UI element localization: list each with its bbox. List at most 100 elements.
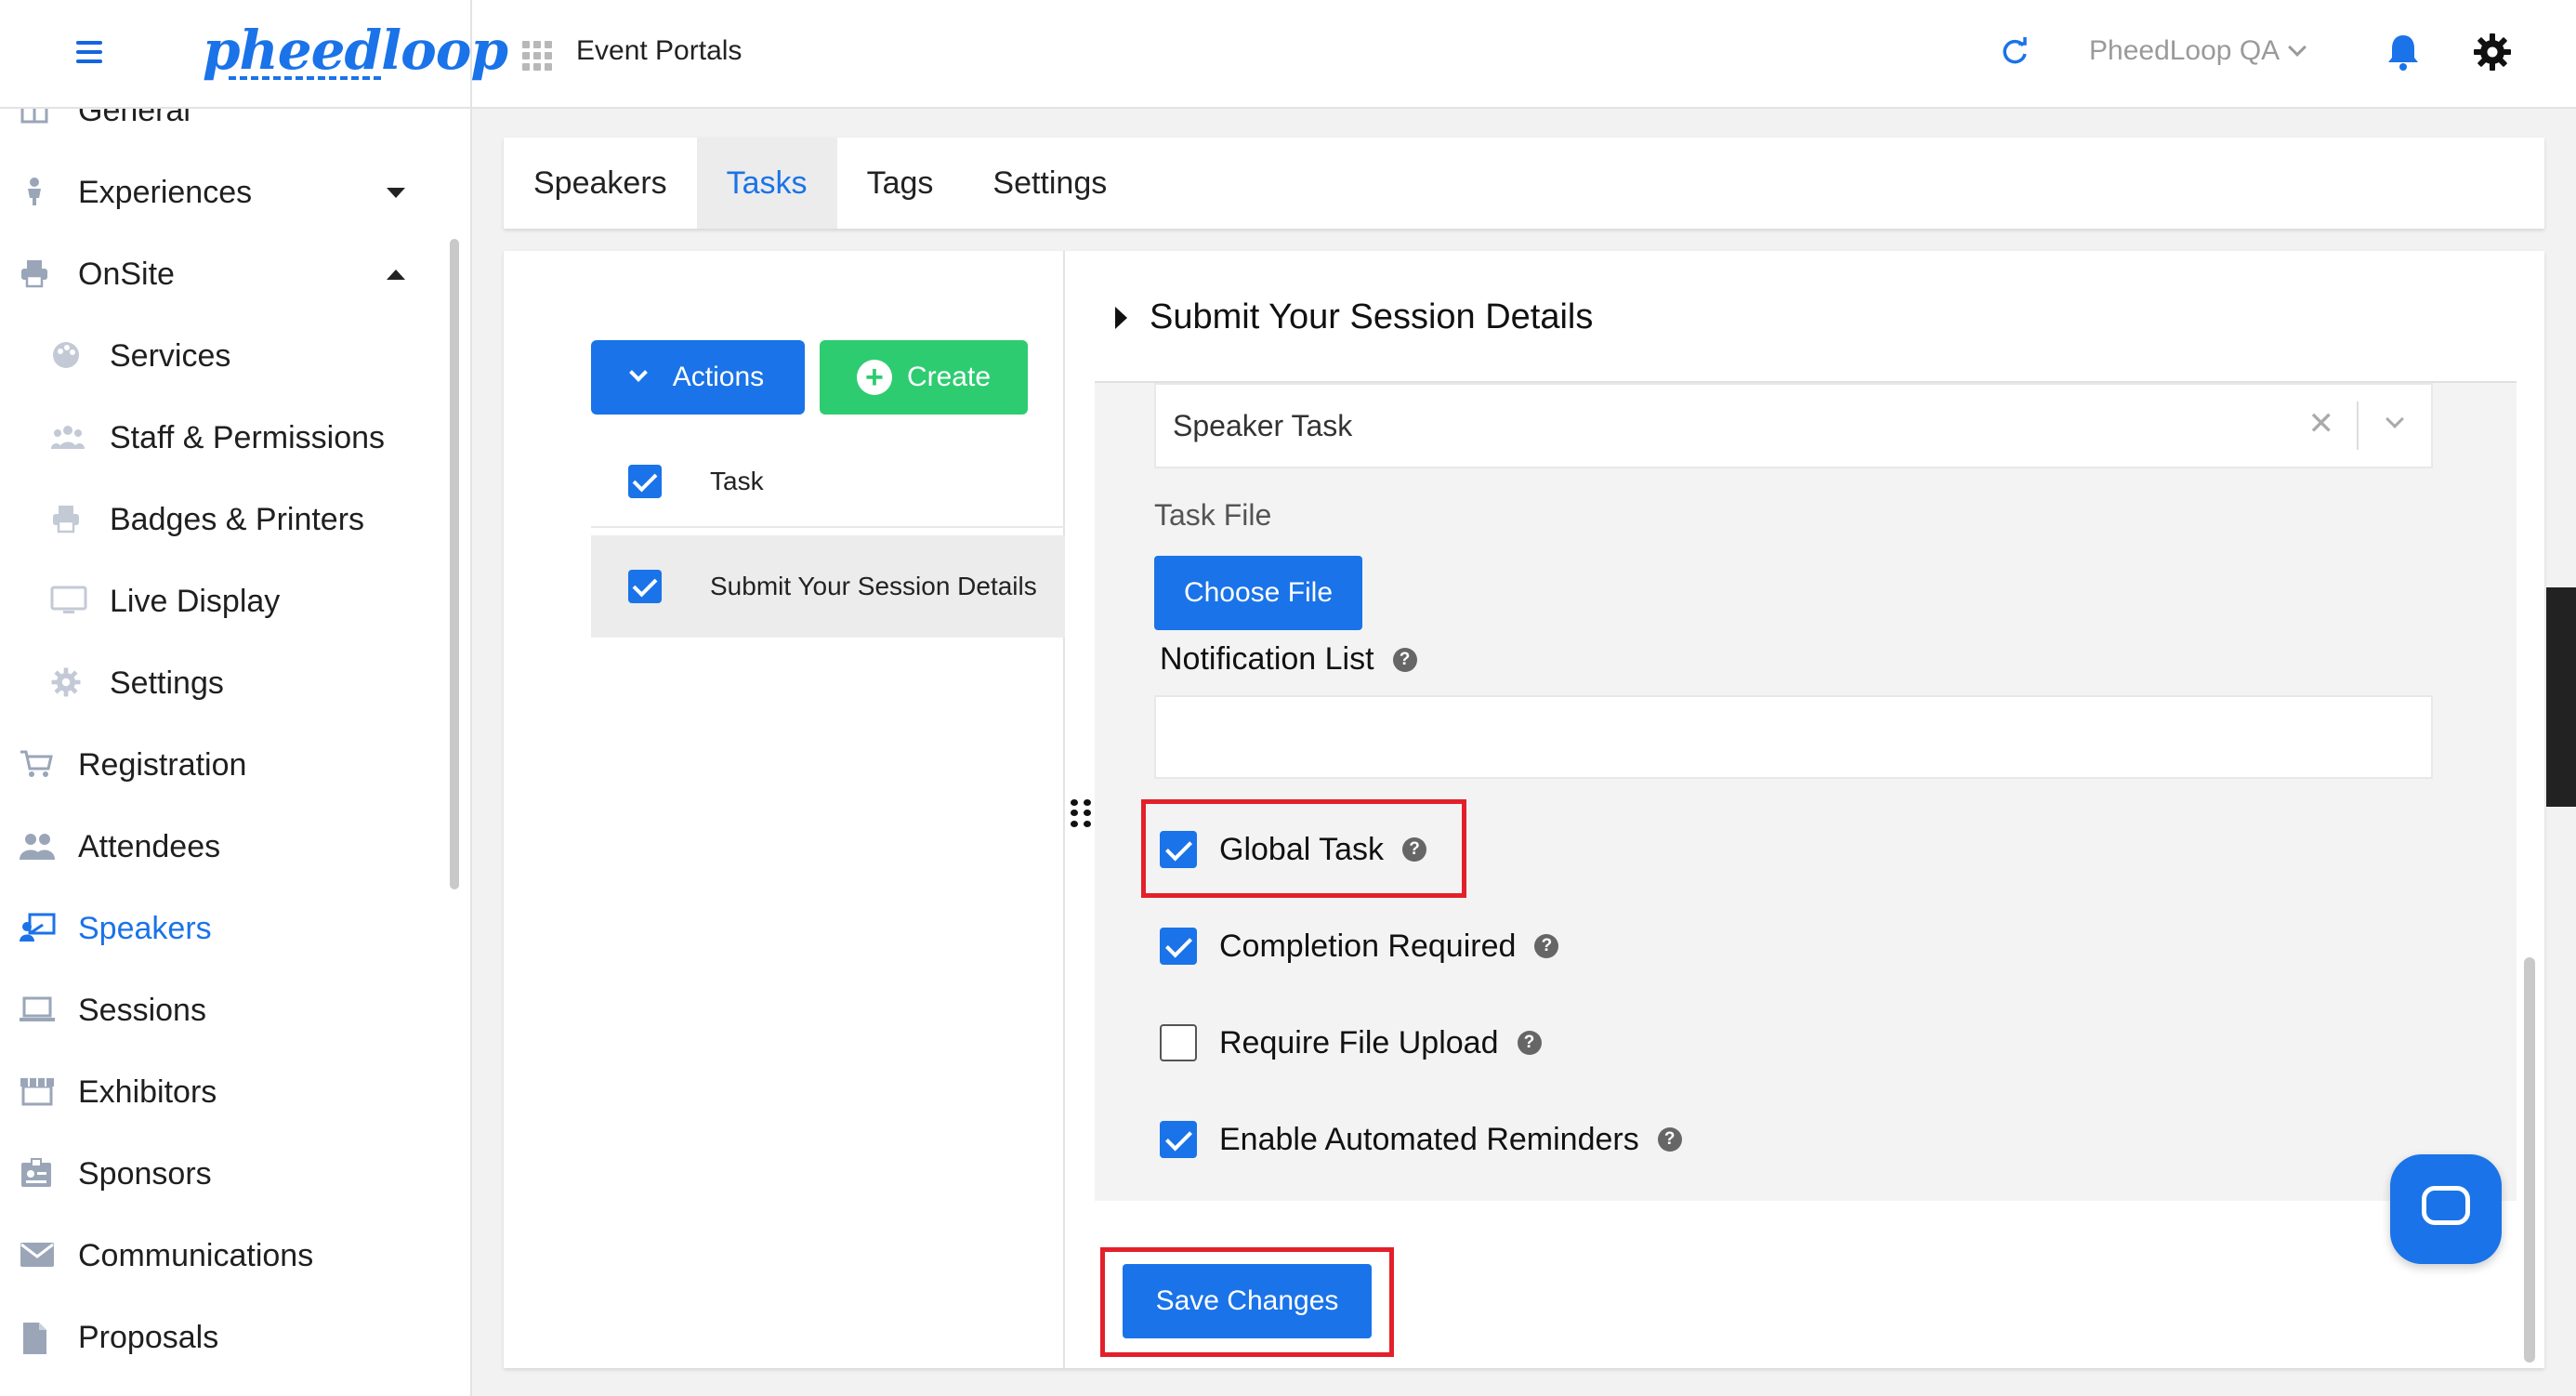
sidebar-item-label: Badges & Printers bbox=[110, 501, 365, 537]
chevron-down-icon bbox=[2288, 38, 2307, 57]
palette-icon bbox=[50, 339, 87, 373]
printer-icon bbox=[50, 503, 87, 536]
logo-underline bbox=[229, 76, 381, 80]
sidebar-item-speakers[interactable]: Speakers bbox=[0, 901, 437, 956]
help-icon[interactable]: ? bbox=[1657, 1127, 1682, 1152]
speaker-tabs: Speakers Tasks Tags Settings bbox=[504, 138, 2544, 229]
sidebar-item-services[interactable]: Services bbox=[0, 328, 437, 384]
tasks-card: Actions + Create Task Submit Your Sessio… bbox=[504, 251, 2544, 1368]
task-row-checkbox[interactable] bbox=[628, 570, 662, 603]
badge-icon bbox=[19, 1157, 56, 1191]
task-list-pane: Actions + Create Task Submit Your Sessio… bbox=[504, 251, 1065, 1368]
notification-list-label: Notification List ? bbox=[1160, 641, 1417, 678]
actions-button[interactable]: Actions bbox=[591, 340, 805, 415]
sidebar-scrollbar[interactable] bbox=[450, 239, 459, 889]
people-icon bbox=[50, 421, 87, 454]
clear-icon[interactable]: ✕ bbox=[2308, 405, 2335, 442]
sidebar-item-communications[interactable]: Communications bbox=[0, 1228, 437, 1284]
choose-file-button[interactable]: Choose File bbox=[1154, 556, 1362, 630]
sidebar-item-onsite[interactable]: OnSite bbox=[0, 246, 437, 302]
chevron-down-icon[interactable] bbox=[2385, 410, 2404, 428]
sidebar-item-sponsors[interactable]: Sponsors bbox=[0, 1146, 437, 1202]
tab-tasks[interactable]: Tasks bbox=[696, 138, 837, 229]
portal-title[interactable]: Event Portals bbox=[576, 35, 742, 67]
sidebar-item-exhibitors[interactable]: Exhibitors bbox=[0, 1064, 437, 1120]
sidebar-item-staff-permissions[interactable]: Staff & Permissions bbox=[0, 410, 437, 466]
gear-icon bbox=[50, 666, 87, 700]
caret-down-icon[interactable] bbox=[387, 187, 405, 198]
chevron-down-icon bbox=[628, 363, 648, 382]
automated-reminders-option[interactable]: Enable Automated Reminders ? bbox=[1160, 1112, 1682, 1167]
completion-required-checkbox[interactable] bbox=[1160, 928, 1197, 965]
caret-up-icon[interactable] bbox=[387, 269, 405, 280]
global-task-option[interactable]: Global Task ? bbox=[1160, 822, 1427, 877]
chat-support-button[interactable] bbox=[2390, 1154, 2502, 1264]
sidebar-item-proposals[interactable]: Proposals bbox=[0, 1310, 437, 1365]
sidebar-item-label: Attendees bbox=[78, 828, 221, 864]
organization-name: PheedLoop QA bbox=[2089, 35, 2280, 66]
completion-required-label: Completion Required bbox=[1219, 928, 1517, 964]
global-task-checkbox[interactable] bbox=[1160, 831, 1197, 868]
refresh-icon[interactable] bbox=[1998, 35, 2031, 69]
select-all-checkbox[interactable] bbox=[628, 465, 662, 498]
apps-grid-icon[interactable] bbox=[522, 41, 552, 71]
sidebar-item-label: Exhibitors bbox=[78, 1073, 217, 1110]
printer-icon bbox=[19, 257, 56, 291]
sidebar-item-experiences[interactable]: Experiences bbox=[0, 165, 437, 220]
monitor-icon bbox=[50, 585, 87, 618]
sidebar-item-attendees[interactable]: Attendees bbox=[0, 819, 437, 875]
feedback-tab[interactable] bbox=[2546, 587, 2576, 807]
task-detail-pane: Submit Your Session Details Speaker Task… bbox=[1067, 251, 2544, 1368]
tab-tags[interactable]: Tags bbox=[837, 138, 964, 229]
sidebar-item-label: Registration bbox=[78, 746, 247, 783]
help-icon[interactable]: ? bbox=[1392, 647, 1417, 672]
notification-list-text: Notification List bbox=[1160, 641, 1374, 677]
person-icon bbox=[19, 176, 56, 209]
sidebar-item-settings[interactable]: Settings bbox=[0, 655, 437, 711]
pheedloop-logo[interactable]: pheedloop bbox=[203, 19, 508, 82]
settings-gear-icon[interactable] bbox=[2472, 32, 2513, 72]
sidebar-item-badges-printers[interactable]: Badges & Printers bbox=[0, 492, 437, 547]
sidebar-item-live-display[interactable]: Live Display bbox=[0, 573, 437, 629]
logo-area: pheedloop bbox=[0, 0, 508, 109]
sidebar-item-label: Services bbox=[110, 337, 231, 374]
sidebar-item-label: Sessions bbox=[78, 992, 206, 1028]
completion-required-option[interactable]: Completion Required ? bbox=[1160, 918, 1559, 974]
help-icon[interactable]: ? bbox=[1534, 934, 1559, 958]
notifications-bell-icon[interactable] bbox=[2385, 32, 2422, 72]
notification-list-input[interactable] bbox=[1154, 695, 2433, 779]
help-icon[interactable]: ? bbox=[1517, 1031, 1542, 1055]
sidebar-item-label: Sponsors bbox=[78, 1155, 212, 1192]
detail-scrollbar[interactable] bbox=[2524, 957, 2535, 1363]
tab-speakers[interactable]: Speakers bbox=[504, 138, 697, 229]
tab-settings[interactable]: Settings bbox=[963, 138, 1137, 229]
global-task-label: Global Task bbox=[1219, 831, 1385, 867]
laptop-icon bbox=[19, 994, 56, 1027]
sidebar-item-sessions[interactable]: Sessions bbox=[0, 982, 437, 1038]
require-file-upload-option[interactable]: Require File Upload ? bbox=[1160, 1015, 1542, 1071]
sidebar-item-label: Experiences bbox=[78, 174, 253, 210]
menu-icon[interactable] bbox=[76, 41, 102, 63]
automated-reminders-checkbox[interactable] bbox=[1160, 1121, 1197, 1158]
task-detail-header[interactable]: Submit Your Session Details bbox=[1115, 297, 1593, 337]
actions-button-label: Actions bbox=[672, 362, 765, 392]
require-file-upload-checkbox[interactable] bbox=[1160, 1024, 1197, 1061]
sidebar-item-general[interactable]: General bbox=[0, 109, 437, 138]
sidebar-item-label: OnSite bbox=[78, 256, 175, 292]
cart-icon bbox=[19, 748, 56, 782]
sidebar-item-label: Proposals bbox=[78, 1319, 219, 1355]
task-row-label: Submit Your Session Details bbox=[710, 572, 1037, 600]
organization-selector[interactable]: PheedLoop QA bbox=[2089, 35, 2307, 67]
task-detail-title: Submit Your Session Details bbox=[1150, 297, 1594, 336]
automated-reminders-label: Enable Automated Reminders bbox=[1219, 1121, 1639, 1157]
task-type-select[interactable]: Speaker Task ✕ bbox=[1154, 383, 2433, 468]
sidebar-item-label: Live Display bbox=[110, 583, 281, 619]
highlight-box bbox=[1100, 1247, 1394, 1357]
drag-handle-icon[interactable] bbox=[1071, 799, 1093, 827]
help-icon[interactable]: ? bbox=[1402, 837, 1427, 862]
create-button[interactable]: + Create bbox=[820, 340, 1028, 415]
task-row[interactable]: Submit Your Session Details bbox=[591, 535, 1065, 638]
task-list-header: Task bbox=[591, 437, 1065, 528]
create-button-label: Create bbox=[906, 362, 992, 392]
sidebar-item-registration[interactable]: Registration bbox=[0, 737, 437, 793]
